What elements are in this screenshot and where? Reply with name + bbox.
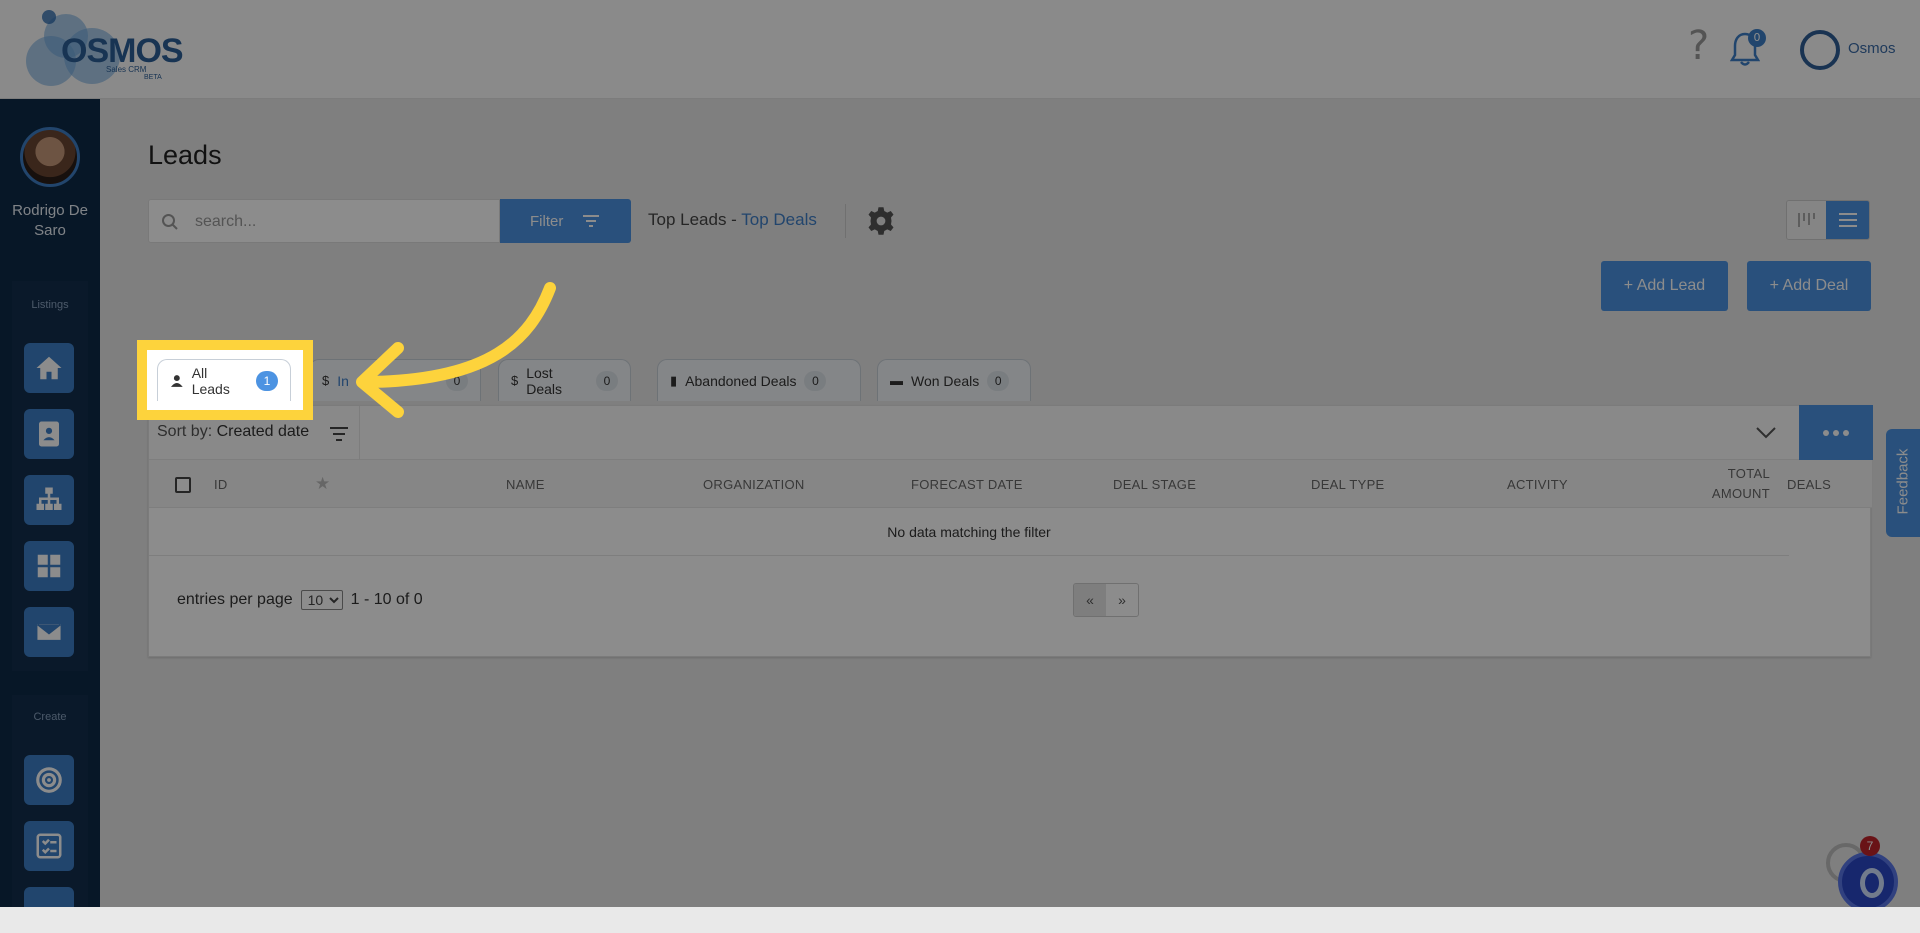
dot-icon — [1843, 429, 1849, 436]
create-lead-button[interactable] — [24, 755, 74, 805]
mail-icon — [35, 622, 63, 642]
kanban-view-button[interactable] — [1787, 201, 1827, 239]
search-box — [148, 199, 500, 243]
credit-card-icon: ▬ — [890, 373, 903, 388]
section-label-listings: Listings — [31, 299, 69, 311]
tab-abandoned-deals[interactable]: ▮ Abandoned Deals 0 — [657, 359, 861, 401]
checklist-icon — [36, 833, 62, 859]
dollar-icon: $ — [322, 373, 330, 388]
add-deal-button[interactable]: + Add Deal — [1747, 261, 1871, 311]
leads-table-card: Sort by: Created date ID ★ NAME ORGANIZA… — [148, 405, 1873, 657]
help-icon[interactable]: ? — [1688, 26, 1709, 66]
tab-count: 0 — [596, 370, 618, 391]
entries-label: entries per page — [177, 591, 293, 608]
contact-card-icon — [39, 421, 59, 447]
column-header-forecast-date[interactable]: FORECAST DATE — [911, 460, 1023, 508]
org-chart-icon — [36, 487, 62, 510]
kanban-icon — [1797, 213, 1815, 227]
tab-count: 0 — [987, 370, 1010, 391]
document-icon: ▮ — [670, 372, 678, 388]
column-header-deal-type[interactable]: DEAL TYPE — [1311, 460, 1385, 508]
top-deals-link[interactable]: Top Deals — [741, 210, 817, 229]
dashboard-icon — [37, 554, 61, 578]
dot-icon — [1823, 429, 1829, 436]
toolbar-divider — [845, 204, 846, 238]
entries-per-page-select[interactable]: 10 — [300, 590, 343, 610]
sidebar-mail-button[interactable] — [24, 607, 74, 657]
top-bar: OSMOS Sales CRM BETA ? 0 Osmos — [0, 0, 1920, 99]
user-avatar-icon[interactable] — [1800, 30, 1840, 70]
filter-button[interactable]: Filter — [500, 199, 631, 243]
chevron-down-icon[interactable] — [1755, 426, 1777, 440]
tab-won-deals[interactable]: ▬ Won Deals 0 — [877, 359, 1031, 401]
page-title: Leads — [148, 140, 222, 170]
osmos-o-icon — [1860, 868, 1884, 898]
feedback-label: Feedback — [1894, 448, 1912, 515]
gear-icon[interactable] — [866, 206, 896, 236]
add-lead-button[interactable]: + Add Lead — [1601, 261, 1728, 311]
column-header-id[interactable]: ID — [214, 460, 228, 508]
tab-label: Won Deals — [911, 372, 980, 389]
osmos-logo[interactable]: OSMOS Sales CRM BETA — [24, 8, 184, 88]
table-header: ID ★ NAME ORGANIZATION FORECAST DATE DEA… — [149, 460, 1872, 508]
highlight-frame — [137, 340, 313, 420]
dot-icon — [1833, 429, 1839, 436]
pagination-info: entries per page 10 1 - 10 of 0 — [177, 590, 423, 610]
notification-count-badge: 0 — [1748, 29, 1766, 47]
pointer-arrow-icon — [356, 282, 556, 418]
bottom-strip — [0, 907, 1920, 933]
next-page-button[interactable]: » — [1106, 584, 1138, 616]
widget-count-badge: 7 — [1860, 836, 1880, 856]
search-input[interactable] — [195, 210, 495, 234]
list-icon — [1838, 213, 1857, 227]
sort-prefix: Sort by: — [157, 423, 217, 440]
select-all-checkbox[interactable] — [175, 477, 191, 493]
sidebar: Rodrigo De Saro Listings Create — [0, 99, 100, 915]
previous-page-button[interactable]: « — [1074, 584, 1106, 616]
home-icon — [36, 356, 62, 380]
logo-subtitle: Sales CRM — [106, 65, 147, 74]
column-header-deal-stage[interactable]: DEAL STAGE — [1113, 460, 1196, 508]
list-view-button[interactable] — [1826, 201, 1869, 239]
section-label-create: Create — [33, 711, 67, 723]
create-more-button[interactable] — [24, 887, 74, 907]
more-options-button[interactable] — [1799, 405, 1873, 460]
feedback-tab[interactable]: Feedback — [1886, 429, 1920, 537]
empty-state-message: No data matching the filter — [149, 508, 1789, 556]
column-header-activity[interactable]: ACTIVITY — [1507, 460, 1568, 508]
filter-label: Filter — [530, 212, 564, 230]
profile-avatar[interactable] — [20, 127, 80, 187]
create-panel — [12, 695, 88, 915]
tab-count: 0 — [804, 370, 827, 391]
tab-label: Abandoned Deals — [685, 372, 797, 389]
star-icon[interactable]: ★ — [315, 474, 330, 494]
sort-value: Created date — [216, 423, 310, 440]
sidebar-contacts-button[interactable] — [24, 409, 74, 459]
column-header-total-amount[interactable]: TOTAL AMOUNT — [1704, 460, 1770, 508]
top-leads-deals: Top Leads - Top Deals — [648, 210, 817, 230]
column-header-name[interactable]: NAME — [506, 460, 545, 508]
target-icon — [36, 767, 62, 793]
pagination: « » — [1073, 583, 1139, 617]
column-header-deals[interactable]: DEALS — [1787, 460, 1831, 508]
sidebar-organizations-button[interactable] — [24, 475, 74, 525]
sidebar-home-button[interactable] — [24, 343, 74, 393]
view-toggle — [1786, 200, 1870, 240]
filter-lines-icon — [583, 215, 599, 227]
top-leads-link[interactable]: Top Leads - — [648, 210, 741, 229]
sidebar-dashboard-button[interactable] — [24, 541, 74, 591]
logo-beta: BETA — [144, 74, 162, 81]
sort-selector[interactable]: Sort by: Created date — [157, 423, 309, 441]
column-header-organization[interactable]: ORGANIZATION — [703, 460, 805, 508]
range-text: 1 - 10 of 0 — [350, 591, 423, 608]
search-icon — [162, 214, 178, 230]
user-menu-name[interactable]: Osmos — [1848, 40, 1896, 57]
profile-name[interactable]: Rodrigo De Saro — [0, 201, 100, 241]
create-task-button[interactable] — [24, 821, 74, 871]
